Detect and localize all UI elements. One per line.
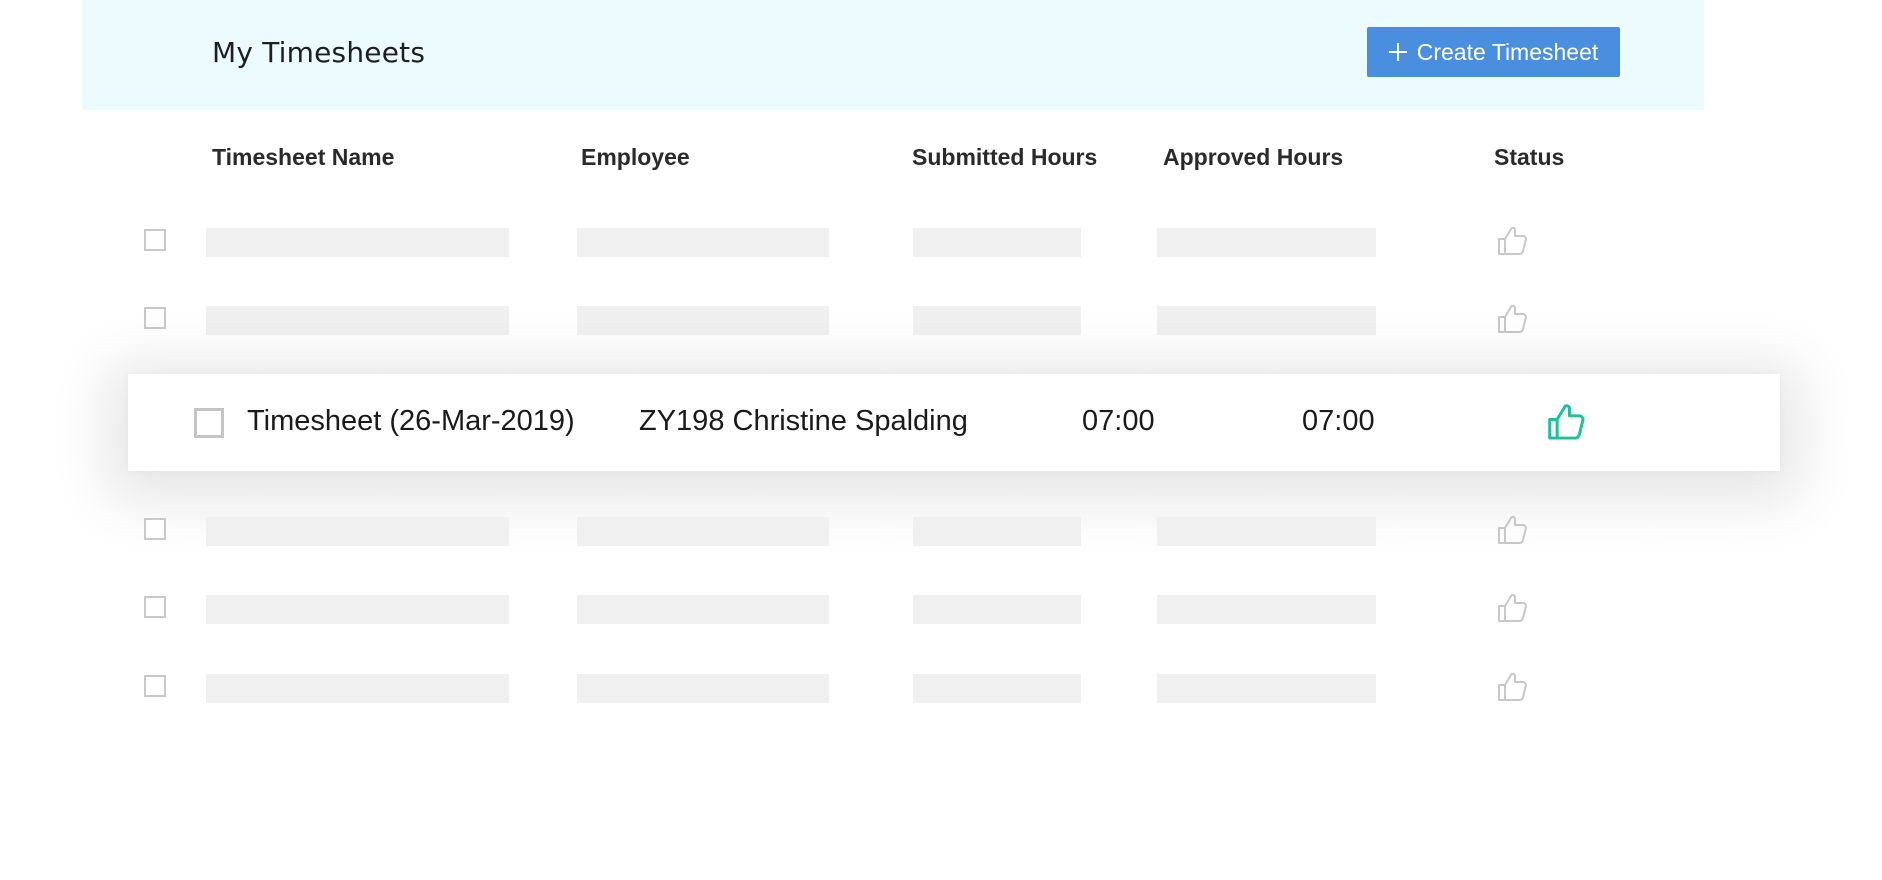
table-row-placeholder [0,672,1882,704]
placeholder-bar [206,674,509,703]
row-checkbox[interactable] [144,675,166,697]
row-checkbox[interactable] [144,596,166,618]
column-header-employee[interactable]: Employee [581,144,690,171]
placeholder-bar [206,306,509,335]
placeholder-bar [913,595,1081,624]
placeholder-bar [577,228,829,257]
plus-icon [1388,43,1407,61]
thumbs-up-icon[interactable] [1546,401,1588,443]
placeholder-bar [577,674,829,703]
placeholder-bar [577,595,829,624]
timesheet-name[interactable]: Timesheet (26-Mar-2019) [247,405,575,438]
table-row-placeholder [0,304,1882,336]
timesheets-page: My Timesheets Create Timesheet Timesheet… [0,0,1882,880]
placeholder-bar [206,228,509,257]
employee-name: ZY198 Christine Spalding [639,405,968,437]
column-header-approved-hours[interactable]: Approved Hours [1163,144,1343,171]
page-title: My Timesheets [212,36,426,69]
table-row-placeholder [0,515,1882,547]
placeholder-bar [913,674,1081,703]
row-checkbox[interactable] [194,408,224,438]
thumbs-up-icon[interactable] [1496,591,1530,625]
approved-hours: 07:00 [1302,405,1375,437]
table-row-highlighted[interactable]: Timesheet (26-Mar-2019) ZY198 Christine … [128,374,1780,471]
row-checkbox[interactable] [144,229,166,251]
column-header-submitted-hours[interactable]: Submitted Hours [912,144,1097,171]
thumbs-up-icon[interactable] [1496,670,1530,704]
create-timesheet-label: Create Timesheet [1416,38,1599,65]
thumbs-up-icon[interactable] [1496,224,1530,258]
thumbs-up-icon[interactable] [1496,513,1530,547]
row-checkbox[interactable] [144,518,166,540]
column-header-timesheet-name[interactable]: Timesheet Name [212,144,394,171]
placeholder-bar [913,517,1081,546]
thumbs-up-icon[interactable] [1496,302,1530,336]
placeholder-bar [1157,595,1376,624]
placeholder-bar [577,306,829,335]
table-row-placeholder [0,593,1882,625]
create-timesheet-button[interactable]: Create Timesheet [1367,27,1620,77]
placeholder-bar [913,306,1081,335]
submitted-hours: 07:00 [1082,405,1155,437]
placeholder-bar [913,228,1081,257]
placeholder-bar [206,595,509,624]
placeholder-bar [1157,306,1376,335]
placeholder-bar [1157,674,1376,703]
placeholder-bar [577,517,829,546]
placeholder-bar [206,517,509,546]
placeholder-bar [1157,228,1376,257]
row-checkbox[interactable] [144,307,166,329]
placeholder-bar [1157,517,1376,546]
column-header-status[interactable]: Status [1494,144,1564,171]
table-row-placeholder [0,226,1882,258]
